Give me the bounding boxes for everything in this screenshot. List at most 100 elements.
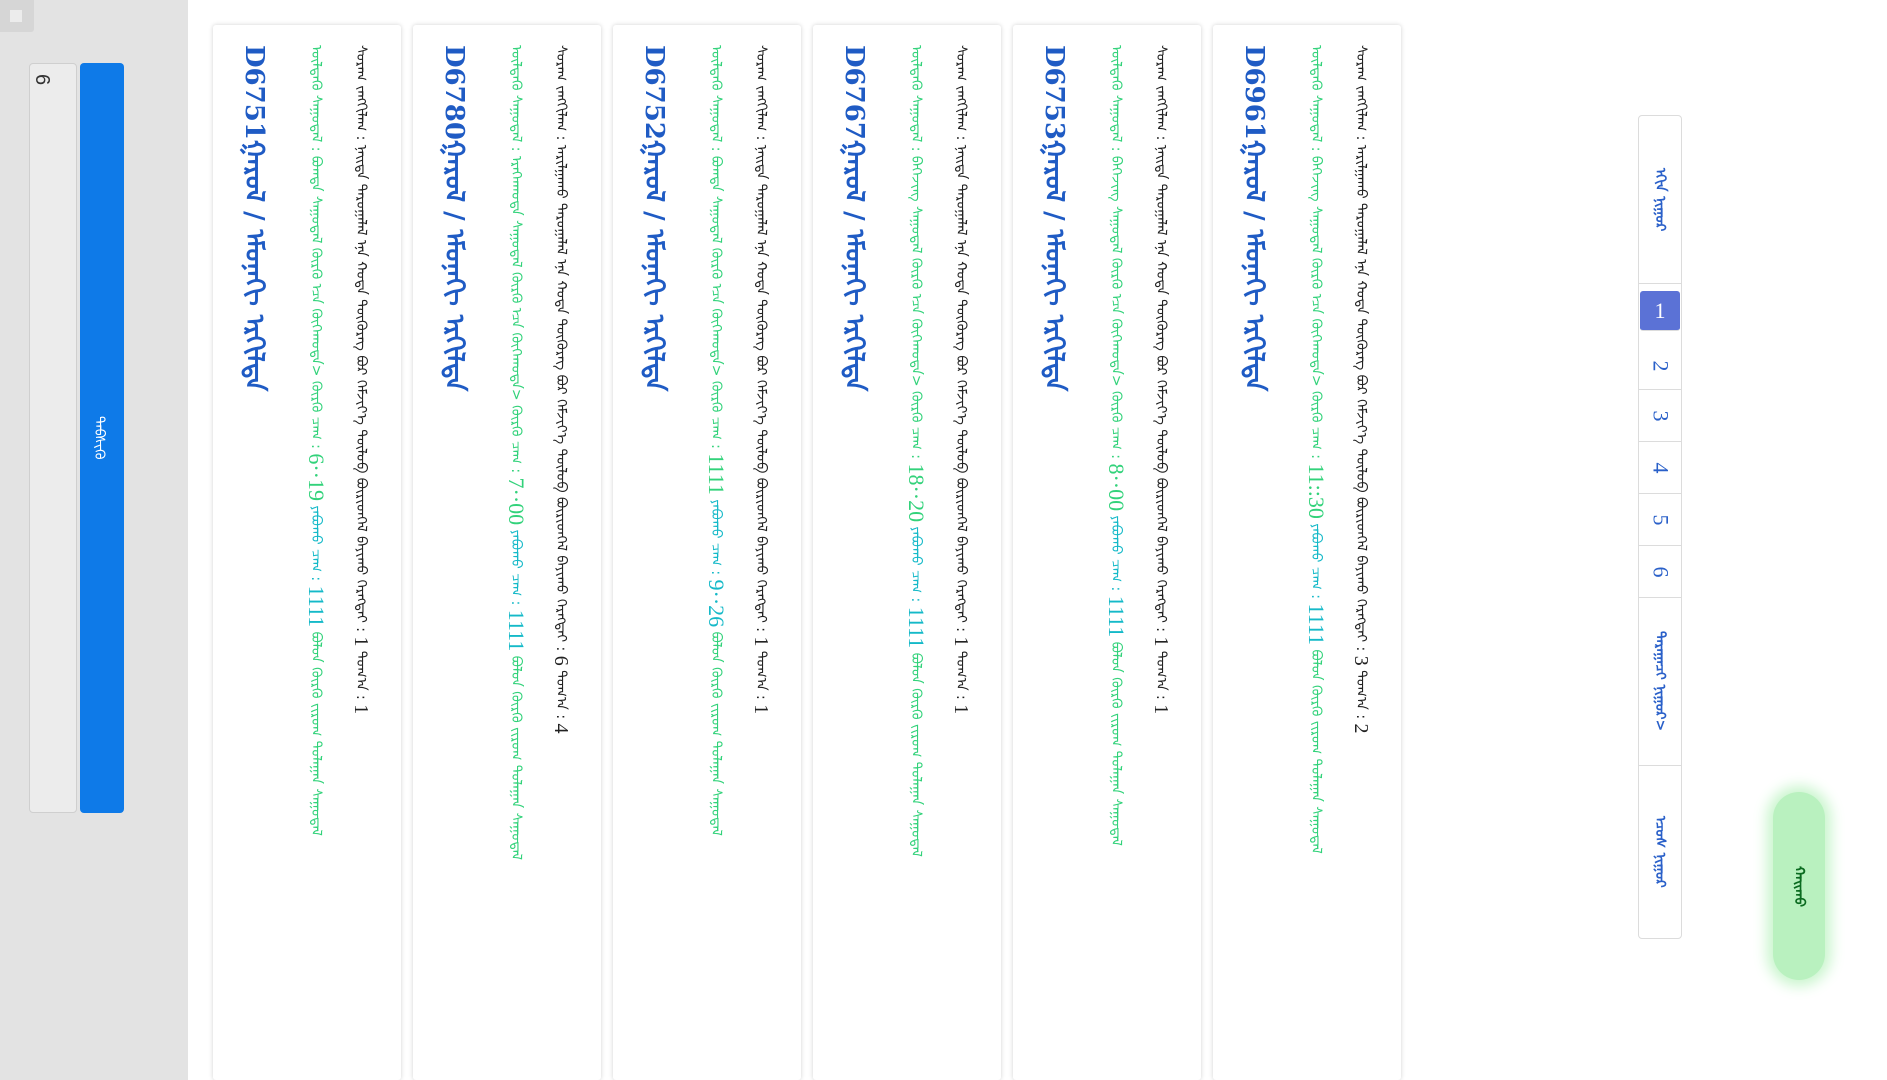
page-2-button[interactable]: 2 (1639, 342, 1681, 390)
train-code: D6780 (439, 45, 469, 140)
info-text: ᠨᠡᠢᠲᠡ ᠳᠠᠷᠤᠭᠠᠯᠠᠯ ᠡᠨᠡ ᠬᠤᠲᠠ ᠳᠦᠭᠦᠷᠡᠭ ᠪᠤᠷ ᠬᠡᠮ… (353, 144, 369, 474)
train-code: D6961 (1239, 45, 1269, 140)
arrive-time: 8··00 (1104, 463, 1129, 512)
page-number-input[interactable]: 6 (29, 63, 77, 813)
left-panel: 6 ᠳᠡᠪᠰᠢᠬᠦ (0, 0, 188, 1080)
count-b: 1 (950, 704, 972, 715)
count-b: 1 (1150, 704, 1172, 715)
route-tail: ᠪᠣᠯᠤᠨ ᠬᠦᠷᠬᠦ ᠵᠢᠷᠤᠭ ᠳᠤᠯᠠᠭᠠᠨ ᠰᠠᠭᠤᠳᠠᠯ (708, 631, 724, 836)
depart-route: ᠪᠣᠭᠳᠠ ᠰᠠᠭᠤᠳᠠᠯ ᠬᠦᠷᠬᠦ ᠡᠴᠡ ᠬᠥᠬᠡᠬᠣᠲᠠ> (308, 155, 324, 377)
travel-time: 1111 (504, 609, 529, 652)
arrive-label: ᠬᠦᠷᠬᠦ ᠴᠠᠭ : (708, 380, 724, 449)
depart-route: ᠪᠡᠭᠡᠵᠢᠩ ᠰᠠᠭᠤᠳᠠᠯ ᠬᠦᠷᠬᠦ ᠡᠴᠡ ᠬᠥᠬᠡᠬᠣᠲᠠ> (908, 155, 924, 387)
train-code: D6751 (239, 45, 269, 140)
travel-time: 1111 (904, 606, 929, 649)
arrive-label: ᠬᠦᠷᠬᠦ ᠴᠠᠭ : (308, 380, 324, 449)
info-mid: ᠪᠦᠷᠢᠳᠬᠡᠯ ᠪᠠᠶᠢᠬᠤ ᠬᠡᠷᠡᠭᠲᠡᠢ : (953, 477, 969, 633)
train-card[interactable]: D6767ᠭᠠᠷᠤᠯ / ᠡᠮᠦᠨᠡᠬᠢ ᠡᠷᠭᠢᠯᠳᠡ ᠦᠯᠳᠡᠭᠦ ᠰᠠᠭᠤᠳ… (813, 25, 1001, 1080)
train-title[interactable]: D6767ᠭᠠᠷᠤᠯ / ᠡᠮᠦᠨᠡᠬᠢ ᠡᠷᠭᠢᠯᠳᠡ (839, 45, 869, 392)
info-prefix: ᠰᠤᠷᠠᠭ ᠵᠠᠩᠭᠢᠯᠠᠭ : (553, 45, 569, 141)
info-text: ᠠᠷᠢᠯᠭᠠᠬᠤ ᠳᠠᠷᠤᠭᠠᠯᠠᠯ ᠡᠨᠡ ᠬᠤᠲᠠ ᠳᠦᠭᠦᠷᠡᠭ ᠪᠤᠷ … (1353, 144, 1369, 493)
info-mid: ᠪᠦᠷᠢᠳᠬᠡᠯ ᠪᠠᠶᠢᠬᠤ ᠬᠡᠷᠡᠭᠲᠡᠢ : (553, 497, 569, 652)
arrive-time: 18··20 (904, 463, 929, 523)
train-card[interactable]: D6753ᠭᠠᠷᠤᠯ / ᠡᠮᠦᠨᠡᠬᠢ ᠡᠷᠭᠢᠯᠳᠡ ᠦᠯᠳᠡᠭᠦ ᠰᠠᠭᠤᠳ… (1013, 25, 1201, 1080)
travel-label: ᠶᠠᠪᠤᠬᠤ ᠴᠠᠭ : (708, 499, 724, 576)
time-line: ᠦᠯᠳᠡᠭᠦ ᠰᠠᠭᠤᠳᠠᠯ : ᠡᠷᠡᠭᠡᠨᠬᠣᠲᠠ ᠰᠠᠭᠤᠳᠠᠯ ᠬᠦᠷᠬ… (504, 45, 529, 860)
depart-prefix: ᠦᠯᠳᠡᠭᠦ ᠰᠠᠭᠤᠳᠠᠯ : (1308, 45, 1324, 152)
page-3-label: 3 (1648, 410, 1673, 421)
page-next-button[interactable]: ᠳᠠᠷᠠᠭᠠᠴᠢ ᠨᠢᠭᠤᠷ> (1639, 598, 1681, 766)
corner-box (0, 0, 34, 32)
travel-time: 9··26 (704, 579, 729, 628)
time-line: ᠦᠯᠳᠡᠭᠦ ᠰᠠᠭᠤᠳᠠᠯ : ᠪᠡᠭᠡᠵᠢᠩ ᠰᠠᠭᠤᠳᠠᠯ ᠬᠦᠷᠬᠦ ᠡ… (904, 45, 929, 857)
page-5-button[interactable]: 5 (1639, 494, 1681, 546)
info-prefix: ᠰᠤᠷᠠᠭ ᠵᠠᠩᠭᠢᠯᠠᠭ : (1353, 45, 1369, 141)
info-line: ᠰᠤᠷᠠᠭ ᠵᠠᠩᠭᠢᠯᠠᠭ : ᠨᠡᠢᠲᠡ ᠳᠠᠷᠤᠭᠠᠯᠠᠯ ᠡᠨᠡ ᠬᠤᠲ… (350, 45, 372, 715)
train-title-suffix: ᠭᠠᠷᠤᠯ / ᠡᠮᠦᠨᠡᠬᠢ ᠡᠷᠭᠢᠯᠳᠡ (239, 139, 269, 392)
depart-prefix: ᠦᠯᠳᠡᠭᠦ ᠰᠠᠭᠤᠳᠠᠯ : (708, 45, 724, 152)
count-label: ᠲᠣᠭ᠎ᠠ : (753, 650, 769, 700)
train-title-suffix: ᠭᠠᠷᠤᠯ / ᠡᠮᠦᠨᠡᠬᠢ ᠡᠷᠭᠢᠯᠳᠡ (839, 139, 869, 392)
info-prefix: ᠰᠤᠷᠠᠭ ᠵᠠᠩᠭᠢᠯᠠᠭ : (953, 45, 969, 141)
travel-label: ᠶᠠᠪᠤᠬᠤ ᠴᠠᠭ : (1108, 515, 1124, 592)
travel-label: ᠶᠠᠪᠤᠬᠤ ᠴᠠᠭ : (908, 526, 924, 603)
train-title[interactable]: D6753ᠭᠠᠷᠤᠯ / ᠡᠮᠦᠨᠡᠬᠢ ᠡᠷᠭᠢᠯᠳᠡ (1039, 45, 1069, 391)
page-6-button[interactable]: 6 (1639, 546, 1681, 598)
train-title[interactable]: D6752ᠭᠠᠷᠤᠯ / ᠡᠮᠦᠨᠡᠬᠢ ᠡᠷᠭᠢᠯᠳᠡ (639, 45, 669, 392)
train-title-suffix: ᠭᠠᠷᠤᠯ / ᠡᠮᠦᠨᠡᠬᠢ ᠡᠷᠭᠢᠯᠳᠡ (439, 139, 469, 392)
arrive-time: 7··00 (504, 477, 529, 526)
train-card[interactable]: D6780ᠭᠠᠷᠤᠯ / ᠡᠮᠦᠨᠡᠬᠢ ᠡᠷᠭᠢᠯᠳᠡ ᠦᠯᠳᠡᠭᠦ ᠰᠠᠭᠤᠳ… (413, 25, 601, 1080)
route-tail: ᠪᠣᠯᠤᠨ ᠬᠦᠷᠬᠦ ᠵᠢᠷᠤᠭ ᠳᠤᠯᠠᠭᠠᠨ ᠰᠠᠭᠤᠳᠠᠯ (1308, 649, 1324, 854)
train-title[interactable]: D6961ᠭᠠᠷᠤᠯ / ᠡᠮᠦᠨᠡᠬᠢ ᠡᠷᠭᠢᠯᠳᠡ (1239, 45, 1269, 391)
travel-label: ᠶᠠᠪᠤᠬᠤ ᠴᠠᠭ : (308, 505, 324, 582)
count-label: ᠲᠣᠭ᠎ᠠ : (353, 650, 369, 700)
arrive-time: 11::30 (1304, 463, 1329, 519)
info-mid: ᠪᠦᠷᠢᠳᠬᠡᠯ ᠪᠠᠶᠢᠬᠤ ᠬᠡᠷᠡᠭᠲᠡᠢ : (753, 477, 769, 633)
count-b: 1 (350, 704, 372, 715)
train-card[interactable]: D6961ᠭᠠᠷᠤᠯ / ᠡᠮᠦᠨᠡᠬᠢ ᠡᠷᠭᠢᠯᠳᠡ ᠦᠯᠳᠡᠭᠦ ᠰᠠᠭᠤᠳ… (1213, 25, 1401, 1080)
route-tail: ᠪᠣᠯᠤᠨ ᠬᠦᠷᠬᠦ ᠵᠢᠷᠤᠭ ᠳᠤᠯᠠᠭᠠᠨ ᠰᠠᠭᠤᠳᠠᠯ (308, 631, 324, 836)
train-title-suffix: ᠭᠠᠷᠤᠯ / ᠡᠮᠦᠨᠡᠬᠢ ᠡᠷᠭᠢᠯᠳᠡ (639, 139, 669, 392)
page-4-label: 4 (1648, 462, 1673, 473)
page-1-button[interactable]: 1 (1640, 291, 1680, 331)
train-card[interactable]: D6752ᠭᠠᠷᠤᠯ / ᠡᠮᠦᠨᠡᠬᠢ ᠡᠷᠭᠢᠯᠳᠡ ᠦᠯᠳᠡᠭᠦ ᠰᠠᠭᠤᠳ… (613, 25, 801, 1080)
page-last-button[interactable]: ᠡᠴᠦᠰ ᠨᠢᠭᠤᠷ (1639, 766, 1681, 938)
depart-route: ᠪᠡᠭᠡᠵᠢᠩ ᠰᠠᠭᠤᠳᠠᠯ ᠬᠦᠷᠬᠦ ᠡᠴᠡ ᠬᠥᠬᠡᠬᠣᠲᠠ> (1308, 155, 1324, 387)
depart-route: ᠪᠡᠭᠡᠵᠢᠩ ᠰᠠᠭᠤᠳᠠᠯ ᠬᠦᠷᠬᠦ ᠡᠴᠡ ᠬᠥᠬᠡᠬᠣᠲᠠ> (1108, 155, 1124, 387)
arrive-label: ᠬᠦᠷᠬᠦ ᠴᠠᠭ : (1308, 391, 1324, 459)
travel-time: 1111 (304, 585, 329, 628)
pagination: ᠡᠬᠢᠨ ᠨᠢᠭᠤᠷ 1 2 3 4 5 6 ᠳᠠᠷᠠᠭᠠᠴᠢ ᠨᠢᠭᠤᠷ> ᠡ… (1638, 115, 1682, 939)
travel-time: 1111 (1104, 595, 1129, 638)
search-button[interactable]: ᠬᠠᠢᠬᠤ (1773, 792, 1825, 980)
page-2-label: 2 (1648, 360, 1673, 371)
page-6-label: 6 (1648, 566, 1673, 577)
info-text: ᠨᠡᠢᠲᠡ ᠳᠠᠷᠤᠭᠠᠯᠠᠯ ᠡᠨᠡ ᠬᠤᠲᠠ ᠳᠦᠭᠦᠷᠡᠭ ᠪᠤᠷ ᠬᠡᠮ… (753, 144, 769, 474)
page-3-button[interactable]: 3 (1639, 390, 1681, 442)
count-label: ᠲᠣᠭ᠎ᠠ : (553, 670, 569, 720)
train-title[interactable]: D6780ᠭᠠᠷᠤᠯ / ᠡᠮᠦᠨᠡᠬᠢ ᠡᠷᠭᠢᠯᠳᠡ (439, 45, 469, 392)
train-card[interactable]: D6751ᠭᠠᠷᠤᠯ / ᠡᠮᠦᠨᠡᠬᠢ ᠡᠷᠭᠢᠯᠳᠡ ᠦᠯᠳᠡᠭᠦ ᠰᠠᠭᠤᠳ… (213, 25, 401, 1080)
info-mid: ᠪᠦᠷᠢᠳᠬᠡᠯ ᠪᠠᠶᠢᠬᠤ ᠬᠡᠷᠡᠭᠲᠡᠢ : (1153, 477, 1169, 633)
train-code: D6767 (839, 45, 869, 140)
depart-prefix: ᠦᠯᠳᠡᠭᠦ ᠰᠠᠭᠤᠳᠠᠯ : (508, 45, 524, 152)
travel-label: ᠶᠠᠪᠤᠬᠤ ᠴᠠᠭ : (1308, 523, 1324, 599)
depart-prefix: ᠦᠯᠳᠡᠭᠦ ᠰᠠᠭᠤᠳᠠᠯ : (1108, 45, 1124, 152)
depart-prefix: ᠦᠯᠳᠡᠭᠦ ᠰᠠᠭᠤᠳᠠᠯ : (908, 45, 924, 152)
info-line: ᠰᠤᠷᠠᠭ ᠵᠠᠩᠭᠢᠯᠠᠭ : ᠠᠷᠢᠯᠭᠠᠬᠤ ᠳᠠᠷᠤᠭᠠᠯᠠᠯ ᠡᠨᠡ … (550, 45, 572, 734)
time-line: ᠦᠯᠳᠡᠭᠦ ᠰᠠᠭᠤᠳᠠᠯ : ᠪᠡᠭᠡᠵᠢᠩ ᠰᠠᠭᠤᠳᠠᠯ ᠬᠦᠷᠬᠦ ᠡ… (1104, 45, 1129, 846)
train-title[interactable]: D6751ᠭᠠᠷᠤᠯ / ᠡᠮᠦᠨᠡᠬᠢ ᠡᠷᠭᠢᠯᠳᠡ (239, 45, 269, 392)
info-line: ᠰᠤᠷᠠᠭ ᠵᠠᠩᠭᠢᠯᠠᠭ : ᠠᠷᠢᠯᠭᠠᠬᠤ ᠳᠠᠷᠤᠭᠠᠯᠠᠯ ᠡᠨᠡ … (1350, 45, 1372, 734)
travel-label: ᠶᠠᠪᠤᠬᠤ ᠴᠠᠭ : (508, 529, 524, 606)
info-line: ᠰᠤᠷᠠᠭ ᠵᠠᠩᠭᠢᠯᠠᠭ : ᠨᠡᠢᠲᠡ ᠳᠠᠷᠤᠭᠠᠯᠠᠯ ᠡᠨᠡ ᠬᠤᠲ… (950, 45, 972, 715)
count-a: 1 (1150, 636, 1172, 647)
page-first-button[interactable]: ᠡᠬᠢᠨ ᠨᠢᠭᠤᠷ (1639, 116, 1681, 284)
count-a: 1 (750, 636, 772, 647)
page-4-button[interactable]: 4 (1639, 442, 1681, 494)
count-label: ᠲᠣᠭ᠎ᠠ : (1153, 650, 1169, 700)
travel-time: 1111 (1304, 603, 1329, 646)
page-number-value: 6 (31, 74, 53, 86)
time-line: ᠦᠯᠳᠡᠭᠦ ᠰᠠᠭᠤᠳᠠᠯ : ᠪᠣᠭᠳᠠ ᠰᠠᠭᠤᠳᠠᠯ ᠬᠦᠷᠬᠦ ᠡᠴᠡ… (704, 45, 729, 836)
page-5-label: 5 (1648, 514, 1673, 525)
go-button[interactable]: ᠳᠡᠪᠰᠢᠬᠦ (80, 63, 124, 813)
route-tail: ᠪᠣᠯᠤᠨ ᠬᠦᠷᠬᠦ ᠵᠢᠷᠤᠭ ᠳᠤᠯᠠᠭᠠᠨ ᠰᠠᠭᠤᠳᠠᠯ (1108, 641, 1124, 846)
